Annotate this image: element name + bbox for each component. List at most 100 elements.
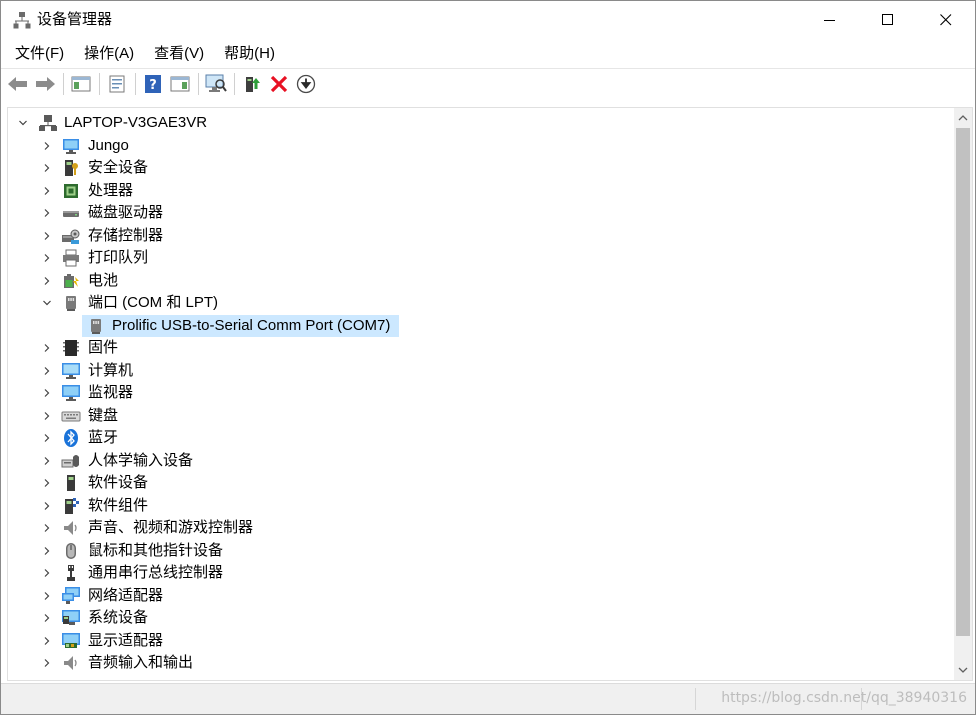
- monitor-icon: [61, 383, 81, 403]
- tree-category-label: 音频输入和输出: [88, 654, 194, 671]
- collapse-chevron-icon[interactable]: [18, 118, 28, 128]
- tree-category-row[interactable]: 固件: [8, 337, 952, 360]
- tree-root[interactable]: LAPTOP-V3GAE3VR: [8, 112, 952, 135]
- tree-category-row[interactable]: 软件组件: [8, 495, 952, 518]
- maximize-button[interactable]: [859, 1, 917, 39]
- expand-chevron-icon[interactable]: [42, 208, 52, 218]
- tree-category-row[interactable]: 安全设备: [8, 157, 952, 180]
- tree-category-row[interactable]: 处理器: [8, 180, 952, 203]
- tree-category-label: 声音、视频和游戏控制器: [88, 519, 254, 536]
- window-title: 设备管理器: [37, 11, 113, 28]
- tree-category-label: 软件设备: [88, 474, 149, 491]
- expand-chevron-icon[interactable]: [42, 366, 52, 376]
- tree-device-label: Prolific USB-to-Serial Comm Port (COM7): [112, 316, 391, 334]
- tree-category-row[interactable]: 键盘: [8, 405, 952, 428]
- tree-device-row-selected[interactable]: Prolific USB-to-Serial Comm Port (COM7): [8, 314, 952, 338]
- menu-action[interactable]: 操作(A): [76, 42, 142, 66]
- tree-category-row[interactable]: 音频输入和输出: [8, 652, 952, 675]
- expand-chevron-icon[interactable]: [42, 231, 52, 241]
- tree-category-row[interactable]: Jungo: [8, 135, 952, 158]
- tree-category-row[interactable]: 存储控制器: [8, 225, 952, 248]
- scroll-down-icon[interactable]: [954, 662, 972, 678]
- scroll-up-icon[interactable]: [954, 110, 972, 126]
- tree-category-row[interactable]: 监视器: [8, 382, 952, 405]
- expand-chevron-icon[interactable]: [42, 276, 52, 286]
- tree-category-row[interactable]: 打印队列: [8, 247, 952, 270]
- tree-category-row[interactable]: 网络适配器: [8, 585, 952, 608]
- tree-category-row[interactable]: 蓝牙: [8, 427, 952, 450]
- scrollbar-thumb[interactable]: [956, 128, 970, 636]
- action-pane-button[interactable]: [168, 72, 192, 96]
- minimize-button[interactable]: [801, 1, 859, 39]
- expand-chevron-icon[interactable]: [42, 591, 52, 601]
- tree-category-row[interactable]: 计算机: [8, 360, 952, 383]
- menu-view[interactable]: 查看(V): [146, 42, 212, 66]
- expand-chevron-icon[interactable]: [42, 478, 52, 488]
- scan-hardware-icon: [205, 74, 227, 92]
- expand-chevron-icon[interactable]: [42, 546, 52, 556]
- properties-icon: [109, 75, 125, 93]
- expand-chevron-icon[interactable]: [42, 433, 52, 443]
- device-manager-icon: [13, 11, 31, 29]
- tree-category-row[interactable]: 磁盘驱动器: [8, 202, 952, 225]
- tree-category-row[interactable]: 系统设备: [8, 607, 952, 630]
- bluetooth-icon: [61, 428, 81, 448]
- audio-io-icon: [61, 653, 81, 673]
- tree-category-row[interactable]: 软件设备: [8, 472, 952, 495]
- help-button[interactable]: ?: [141, 72, 165, 96]
- menu-file[interactable]: 文件(F): [7, 42, 72, 66]
- tree-category-row[interactable]: 通用串行总线控制器: [8, 562, 952, 585]
- expand-chevron-icon[interactable]: [42, 568, 52, 578]
- update-driver-button[interactable]: [240, 72, 264, 96]
- tree-category-row[interactable]: 声音、视频和游戏控制器: [8, 517, 952, 540]
- battery-icon: [61, 271, 81, 291]
- port-icon: [61, 293, 81, 313]
- expand-chevron-icon[interactable]: [42, 343, 52, 353]
- tree-category-label: 磁盘驱动器: [88, 204, 164, 221]
- tree-category-label: 系统设备: [88, 609, 149, 626]
- properties-button[interactable]: [105, 72, 129, 96]
- expand-chevron-icon[interactable]: [42, 636, 52, 646]
- tree-category-row[interactable]: 端口 (COM 和 LPT): [8, 292, 952, 315]
- uninstall-device-button[interactable]: [267, 72, 291, 96]
- menu-help[interactable]: 帮助(H): [216, 42, 283, 66]
- tree-category-row[interactable]: 鼠标和其他指针设备: [8, 540, 952, 563]
- expand-chevron-icon[interactable]: [42, 613, 52, 623]
- status-divider: [695, 688, 696, 710]
- expand-chevron-icon[interactable]: [42, 658, 52, 668]
- tree-category-row[interactable]: 电池: [8, 270, 952, 293]
- tree-category-row[interactable]: 人体学输入设备: [8, 450, 952, 473]
- expand-chevron-icon[interactable]: [42, 186, 52, 196]
- scan-hardware-button[interactable]: [204, 72, 228, 96]
- port-icon: [86, 316, 106, 336]
- expand-chevron-icon[interactable]: [42, 501, 52, 511]
- update-driver-icon: [246, 77, 260, 92]
- close-button[interactable]: [917, 1, 975, 39]
- expand-chevron-icon[interactable]: [42, 456, 52, 466]
- tree-category-label: 显示适配器: [88, 631, 164, 649]
- tree-category-label: 端口 (COM 和 LPT): [88, 294, 218, 311]
- software-component-icon: [61, 496, 81, 516]
- tree-category-label: Jungo: [88, 136, 129, 154]
- back-button[interactable]: [6, 72, 30, 96]
- vertical-scrollbar[interactable]: [954, 108, 972, 680]
- expand-chevron-icon[interactable]: [42, 163, 52, 173]
- expand-chevron-icon[interactable]: [42, 141, 52, 151]
- tree-category-label: 监视器: [88, 384, 134, 401]
- storage-controller-icon: [61, 226, 81, 246]
- disable-device-button[interactable]: [294, 72, 318, 96]
- expand-chevron-icon[interactable]: [42, 388, 52, 398]
- show-hide-tree-button[interactable]: [69, 72, 93, 96]
- expand-chevron-icon[interactable]: [42, 523, 52, 533]
- tree-category-label: 固件: [88, 339, 119, 356]
- device-tree: LAPTOP-V3GAE3VR Jungo 安全设备 处理器 磁盘驱动器存储控制器 打印…: [8, 112, 952, 675]
- title-bar: 设备管理器: [1, 1, 975, 39]
- display-adapter-icon: [61, 631, 81, 651]
- expand-chevron-icon[interactable]: [42, 253, 52, 263]
- forward-button[interactable]: [33, 72, 57, 96]
- tree-category-row[interactable]: 显示适配器: [8, 630, 952, 653]
- expand-chevron-icon[interactable]: [42, 411, 52, 421]
- sound-icon: [61, 518, 81, 538]
- collapse-chevron-icon[interactable]: [42, 298, 52, 308]
- network-adapter-icon: [61, 586, 81, 606]
